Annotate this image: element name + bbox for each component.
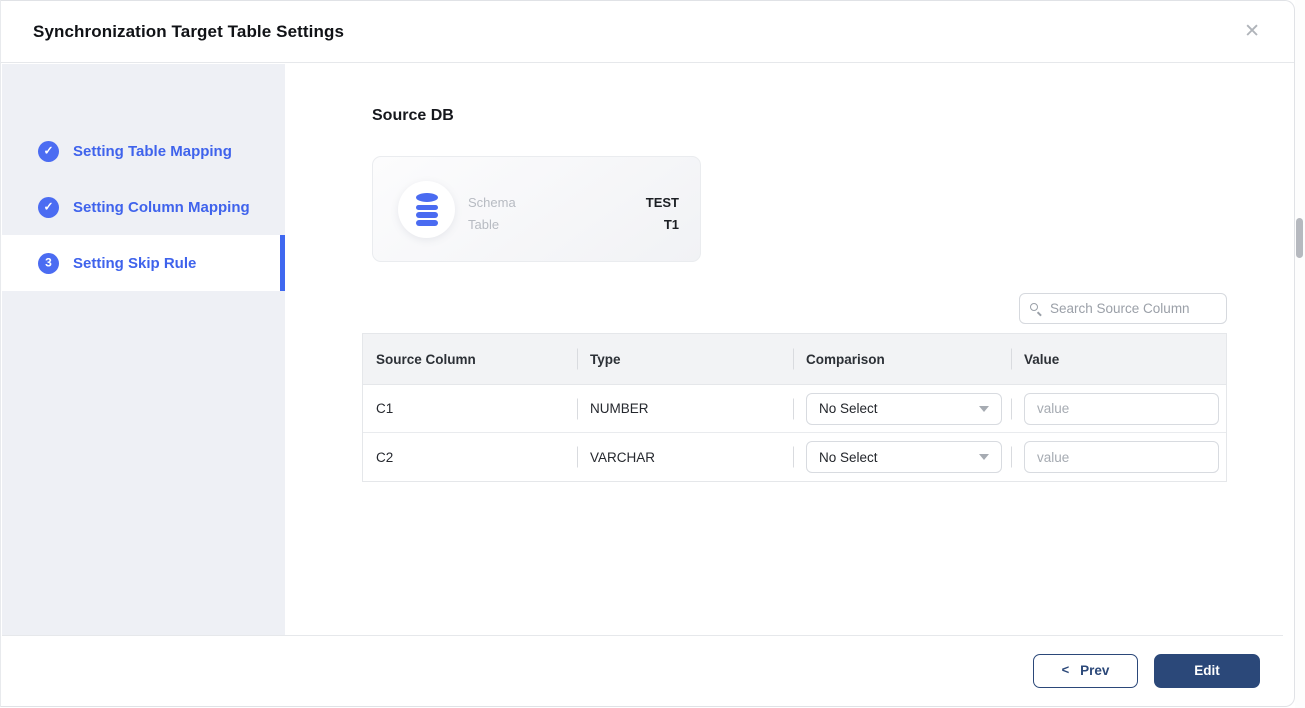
database-icon-circle bbox=[398, 181, 455, 238]
cell-comparison: No Select bbox=[793, 433, 1011, 481]
header-source-column: Source Column bbox=[363, 334, 577, 384]
step-number-badge: 3 bbox=[38, 253, 59, 274]
prev-button-label: Prev bbox=[1080, 663, 1109, 678]
search-source-column-box bbox=[1019, 293, 1227, 324]
value-input[interactable] bbox=[1024, 441, 1219, 473]
cell-value bbox=[1011, 385, 1226, 432]
header-type: Type bbox=[577, 334, 793, 384]
table-row: C2 VARCHAR No Select bbox=[363, 433, 1226, 481]
table-row: Table T1 bbox=[468, 213, 679, 235]
modal-title: Synchronization Target Table Settings bbox=[33, 22, 344, 42]
check-icon: ✓ bbox=[38, 197, 59, 218]
schema-label: Schema bbox=[468, 195, 516, 210]
chevron-down-icon bbox=[979, 454, 989, 460]
page-scrollbar[interactable] bbox=[1295, 0, 1305, 708]
cell-type: NUMBER bbox=[577, 385, 793, 432]
schema-value: TEST bbox=[646, 195, 679, 210]
close-icon[interactable]: ✕ bbox=[1240, 18, 1264, 45]
cell-source-column: C1 bbox=[363, 385, 577, 432]
check-icon: ✓ bbox=[38, 141, 59, 162]
cell-source-column: C2 bbox=[363, 433, 577, 481]
step-label: Setting Table Mapping bbox=[73, 143, 232, 160]
sync-settings-modal: Synchronization Target Table Settings ✕ … bbox=[0, 0, 1295, 707]
header-value: Value bbox=[1011, 334, 1226, 384]
comparison-select[interactable]: No Select bbox=[806, 441, 1002, 473]
step-label: Setting Column Mapping bbox=[73, 199, 250, 216]
step-label: Setting Skip Rule bbox=[73, 255, 196, 272]
source-db-heading: Source DB bbox=[372, 107, 454, 125]
cell-type: VARCHAR bbox=[577, 433, 793, 481]
table-row: C1 NUMBER No Select bbox=[363, 385, 1226, 433]
screen: Synchronization Target Table Settings ✕ … bbox=[0, 0, 1305, 708]
source-db-card: Schema TEST Table T1 bbox=[372, 156, 701, 262]
edit-button[interactable]: Edit bbox=[1154, 654, 1260, 688]
comparison-selected-value: No Select bbox=[819, 401, 878, 416]
steps-sidebar: ✓ Setting Table Mapping ✓ Setting Column… bbox=[2, 64, 285, 636]
chevron-left-icon: < bbox=[1062, 662, 1070, 677]
scrollbar-thumb[interactable] bbox=[1296, 218, 1303, 258]
main-content: Source DB Schema TEST bbox=[286, 64, 1283, 634]
edit-button-label: Edit bbox=[1194, 663, 1220, 678]
skip-rule-table: Source Column Type Comparison Value C1 N… bbox=[362, 333, 1227, 482]
search-icon bbox=[1030, 303, 1041, 314]
cell-comparison: No Select bbox=[793, 385, 1011, 432]
search-input[interactable] bbox=[1050, 301, 1216, 316]
schema-row: Schema TEST bbox=[468, 191, 679, 213]
modal-footer: < Prev Edit bbox=[2, 635, 1283, 705]
header-comparison: Comparison bbox=[793, 334, 1011, 384]
step-setting-table-mapping[interactable]: ✓ Setting Table Mapping bbox=[2, 123, 285, 179]
table-label: Table bbox=[468, 217, 499, 232]
value-input[interactable] bbox=[1024, 393, 1219, 425]
cell-value bbox=[1011, 433, 1226, 481]
step-setting-column-mapping[interactable]: ✓ Setting Column Mapping bbox=[2, 179, 285, 235]
prev-button[interactable]: < Prev bbox=[1033, 654, 1138, 688]
chevron-down-icon bbox=[979, 406, 989, 412]
source-db-details: Schema TEST Table T1 bbox=[468, 191, 679, 235]
table-header-row: Source Column Type Comparison Value bbox=[363, 334, 1226, 385]
modal-header: Synchronization Target Table Settings ✕ bbox=[1, 1, 1294, 63]
table-value: T1 bbox=[664, 217, 679, 232]
comparison-selected-value: No Select bbox=[819, 450, 878, 465]
comparison-select[interactable]: No Select bbox=[806, 393, 1002, 425]
database-icon bbox=[416, 193, 438, 225]
step-setting-skip-rule[interactable]: 3 Setting Skip Rule bbox=[2, 235, 285, 291]
